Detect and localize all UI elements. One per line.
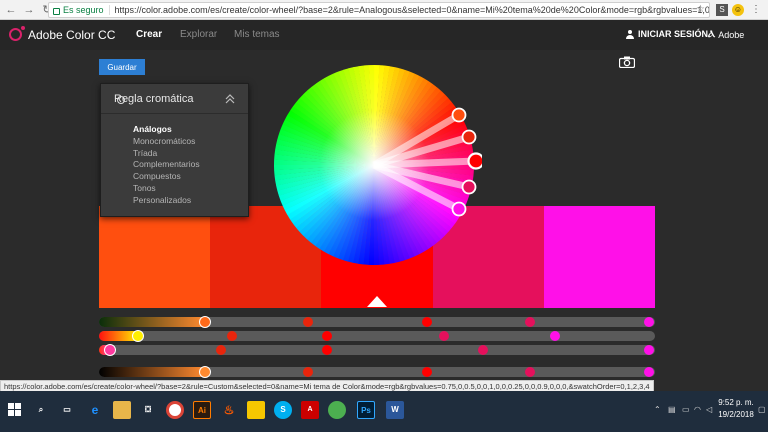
slider-fill bbox=[99, 367, 205, 377]
clock[interactable]: 9:52 p. m. 19/2/2018 bbox=[716, 397, 756, 421]
slider-fill bbox=[99, 317, 205, 327]
file-explorer-icon[interactable] bbox=[113, 401, 131, 419]
wheel-handle-1[interactable] bbox=[451, 107, 467, 123]
color-rule-panel: Regla cromática Análogos Monocromáticos … bbox=[100, 83, 249, 217]
wheel-handle-2[interactable] bbox=[461, 129, 477, 145]
forward-icon[interactable]: → bbox=[22, 3, 36, 17]
slider-thumb[interactable] bbox=[104, 344, 117, 356]
slider-thumb[interactable] bbox=[227, 331, 238, 341]
wheel-handle-4[interactable] bbox=[461, 179, 477, 195]
app-green-icon[interactable] bbox=[328, 401, 346, 419]
rule-option-compound[interactable]: Compuestos bbox=[133, 171, 248, 183]
clock-time: 9:52 p. m. bbox=[718, 398, 754, 407]
adobe-color-logo-icon[interactable] bbox=[9, 26, 25, 41]
edge-icon[interactable]: e bbox=[86, 401, 104, 419]
signin-link[interactable]: INICIAR SESIÓN bbox=[626, 29, 708, 39]
swatch-1[interactable] bbox=[99, 206, 211, 308]
slider-thumb[interactable] bbox=[302, 317, 313, 327]
skype-icon[interactable]: S bbox=[274, 401, 292, 419]
swatch-5[interactable] bbox=[543, 206, 656, 308]
save-button[interactable]: Guardar bbox=[99, 59, 145, 75]
adobe-link[interactable]: Ⲁ Adobe bbox=[708, 29, 744, 40]
word-icon[interactable]: W bbox=[386, 401, 404, 419]
url-text[interactable]: https://color.adobe.com/es/create/color-… bbox=[115, 5, 709, 15]
tab-my-themes[interactable]: Mis temas bbox=[234, 29, 280, 40]
rule-option-complementary[interactable]: Complementarios bbox=[133, 159, 248, 171]
adobe-logo-icon: Ⲁ bbox=[708, 29, 716, 40]
slider-thumb[interactable] bbox=[438, 331, 449, 341]
slider-row-2[interactable] bbox=[99, 330, 655, 342]
acrobat-icon[interactable]: A bbox=[301, 401, 319, 419]
slider-thumb[interactable] bbox=[644, 367, 655, 377]
adobe-label: Adobe bbox=[718, 29, 745, 40]
wheel-handle-3-base[interactable] bbox=[467, 152, 483, 170]
color-rule-list: Análogos Monocromáticos Tríada Complemen… bbox=[101, 114, 248, 207]
menu-dots-icon[interactable]: ⋮ bbox=[750, 4, 762, 16]
rule-option-analogous[interactable]: Análogos bbox=[133, 124, 248, 136]
address-bar[interactable]: Es seguro https://color.adobe.com/es/cre… bbox=[48, 2, 710, 18]
slider-thumb[interactable] bbox=[321, 331, 332, 341]
slider-thumb[interactable] bbox=[302, 367, 313, 377]
slider-thumb[interactable] bbox=[131, 330, 144, 342]
tray-volume-icon[interactable]: ◁ bbox=[706, 405, 712, 414]
slider-row-4[interactable] bbox=[99, 366, 655, 378]
rule-option-triad[interactable]: Tríada bbox=[133, 148, 248, 160]
signin-label: INICIAR SESIÓN bbox=[638, 29, 709, 39]
slider-thumb[interactable] bbox=[198, 316, 211, 328]
tray-network-icon[interactable]: ▤ bbox=[668, 405, 676, 414]
task-view-icon[interactable]: ▭ bbox=[58, 401, 76, 419]
lock-icon bbox=[53, 7, 60, 15]
color-rule-title: Regla cromática bbox=[114, 92, 194, 105]
illustrator-icon[interactable]: Ai bbox=[193, 401, 211, 419]
slider-thumb[interactable] bbox=[216, 345, 227, 355]
camera-icon[interactable] bbox=[619, 56, 635, 68]
slider-thumb[interactable] bbox=[422, 317, 433, 327]
chevron-up-icon[interactable] bbox=[225, 94, 235, 104]
selected-radio-icon bbox=[117, 96, 125, 104]
secure-indicator[interactable]: Es seguro bbox=[53, 5, 110, 15]
user-icon bbox=[626, 29, 634, 39]
profile-avatar-icon[interactable]: ☺ bbox=[732, 4, 744, 16]
search-icon[interactable]: ⌕ bbox=[32, 401, 50, 419]
rule-option-shades[interactable]: Tonos bbox=[133, 183, 248, 195]
secure-label: Es seguro bbox=[63, 5, 104, 15]
app-header: Adobe Color CC Crear Explorar Mis temas … bbox=[0, 20, 768, 50]
app-title[interactable]: Adobe Color CC bbox=[28, 28, 115, 42]
slider-thumb[interactable] bbox=[477, 345, 488, 355]
notifications-icon[interactable]: ▢ bbox=[758, 405, 766, 414]
base-color-marker-icon bbox=[367, 296, 387, 307]
windows-start-icon[interactable] bbox=[6, 401, 24, 419]
back-icon[interactable]: ← bbox=[4, 3, 18, 17]
tray-chevron-icon[interactable]: ⌃ bbox=[654, 405, 661, 414]
slider-thumb[interactable] bbox=[644, 317, 655, 327]
slider-thumb[interactable] bbox=[198, 366, 211, 378]
slider-thumb[interactable] bbox=[321, 345, 332, 355]
slider-row-1[interactable] bbox=[99, 316, 655, 328]
slider-thumb[interactable] bbox=[422, 367, 433, 377]
rule-option-custom[interactable]: Personalizados bbox=[133, 195, 248, 207]
windows-taskbar: ⌕ ▭ e ⛋ Ai ♨ S A Ps W ⌃ ▤ ▭ ◠ ◁ 9:52 p. … bbox=[0, 391, 768, 432]
tray-wifi-icon[interactable]: ◠ bbox=[694, 405, 701, 414]
store-icon[interactable]: ⛋ bbox=[139, 401, 157, 419]
bookmark-star-icon[interactable]: ☆ bbox=[696, 4, 705, 15]
tab-explore[interactable]: Explorar bbox=[180, 29, 217, 40]
slider-thumb[interactable] bbox=[644, 345, 655, 355]
tab-create[interactable]: Crear bbox=[136, 29, 162, 40]
color-wheel[interactable] bbox=[266, 57, 482, 273]
app-flame-icon[interactable]: ♨ bbox=[220, 401, 238, 419]
extension-s-icon[interactable]: S bbox=[716, 4, 728, 16]
chrome-icon[interactable] bbox=[166, 401, 184, 419]
photoshop-icon[interactable]: Ps bbox=[357, 401, 375, 419]
browser-toolbar: ← → ↻ Es seguro https://color.adobe.com/… bbox=[0, 0, 768, 20]
clock-date: 19/2/2018 bbox=[718, 410, 754, 419]
slider-thumb[interactable] bbox=[524, 367, 535, 377]
slider-thumb[interactable] bbox=[549, 331, 560, 341]
rule-option-monochromatic[interactable]: Monocromáticos bbox=[133, 136, 248, 148]
slider-row-3[interactable] bbox=[99, 344, 655, 356]
tray-battery-icon[interactable]: ▭ bbox=[682, 405, 690, 414]
slider-thumb[interactable] bbox=[524, 317, 535, 327]
folder-icon[interactable] bbox=[247, 401, 265, 419]
wheel-handle-5[interactable] bbox=[451, 201, 467, 217]
